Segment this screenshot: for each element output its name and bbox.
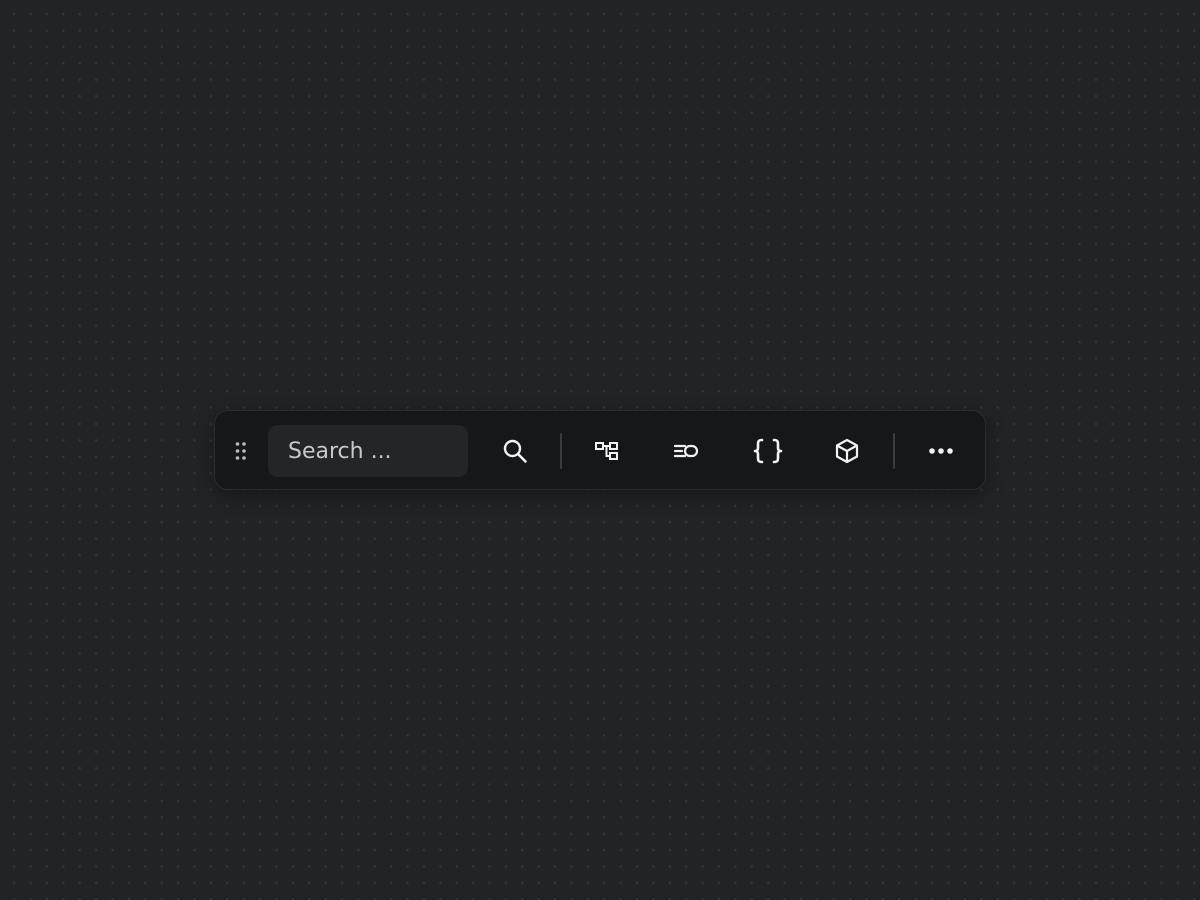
drag-dots-icon <box>235 442 246 460</box>
search-button[interactable] <box>495 431 535 471</box>
divider <box>560 433 562 469</box>
drag-handle[interactable] <box>233 441 249 461</box>
braces-icon <box>753 438 783 464</box>
hierarchy-icon <box>595 442 618 460</box>
floating-toolbar <box>214 410 986 490</box>
more-options-button[interactable] <box>921 431 961 471</box>
search-box <box>268 425 468 477</box>
search-icon <box>503 439 527 463</box>
cube-icon <box>835 438 859 464</box>
code-braces-tool-button[interactable] <box>748 431 788 471</box>
list-toggle-tool-button[interactable] <box>666 431 706 471</box>
list-toggle-icon <box>673 444 699 458</box>
search-input[interactable] <box>268 425 468 477</box>
divider <box>893 433 895 469</box>
hierarchy-tool-button[interactable] <box>587 431 627 471</box>
more-horizontal-icon <box>929 448 953 454</box>
cube-tool-button[interactable] <box>827 431 867 471</box>
